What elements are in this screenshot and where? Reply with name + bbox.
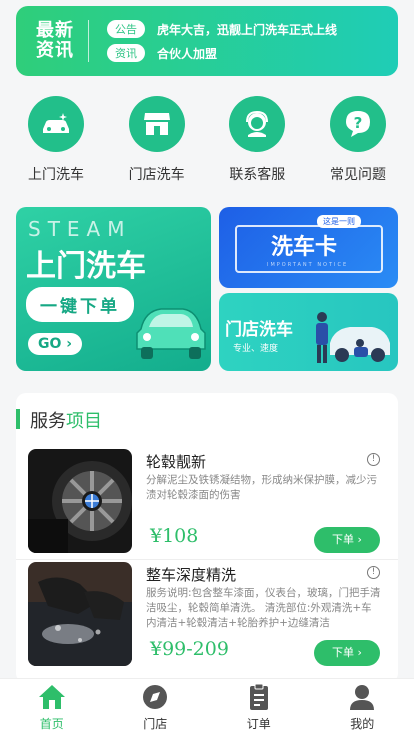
tab-label: 门店 <box>143 717 168 731</box>
menu-label: 联系客服 <box>229 167 286 183</box>
store-icon <box>128 96 185 152</box>
menu-item-home-wash[interactable]: 上门洗车 <box>16 96 96 184</box>
news-item[interactable]: 公告 虎年大吉，迅靓上门洗车正式上线 <box>107 17 398 41</box>
order-button[interactable]: 下单 › <box>314 527 380 553</box>
compass-icon <box>143 685 168 709</box>
store-subtitle: 专业、速度 <box>233 344 279 354</box>
home-page: 最新 资讯 公告 虎年大吉，迅靓上门洗车正式上线 资讯 合伙人加盟 上门洗车 门… <box>0 0 414 733</box>
go-button[interactable]: GO › <box>28 333 83 355</box>
services-section: 服务 项目 轮毂靓新 分解泥尘及铁锈凝结物，形成纳米保护膜，减少污渍对轮毂漆面的… <box>16 393 398 683</box>
car-cleaning-image <box>28 562 132 666</box>
order-button[interactable]: 下单 › <box>314 640 380 666</box>
news-text: 虎年大吉，迅靓上门洗车正式上线 <box>157 22 338 37</box>
news-list: 公告 虎年大吉，迅靓上门洗车正式上线 资讯 合伙人加盟 <box>107 17 398 65</box>
promo-home-wash[interactable]: STEAM 上门洗车 一键下单 GO › <box>16 207 211 371</box>
quick-menu: 上门洗车 门店洗车 联系客服 ? 常见问题 <box>16 96 398 184</box>
service-description: 服务说明:包含整车漆面，仪表台，玻璃，门把手清洁吸尘，轮毂简单清洗。 清洗部位:… <box>146 587 381 629</box>
promo-wash-card[interactable]: 这是一则 洗车卡 IMPORTANT NOTICE <box>219 207 398 288</box>
menu-item-faq[interactable]: ? 常见问题 <box>318 96 398 184</box>
service-item[interactable]: 整车深度精洗 服务说明:包含整车漆面，仪表台，玻璃，门把手清洁吸尘，轮毂简单清洗… <box>16 560 398 673</box>
news-tag: 资讯 <box>107 44 145 62</box>
promo-title: 上门洗车 <box>26 249 146 284</box>
wheel-image <box>28 449 132 553</box>
order-now-button[interactable]: 一键下单 <box>26 287 134 322</box>
service-title: 轮毂靓新 <box>146 453 207 471</box>
service-price: ¥108 <box>150 525 199 547</box>
car-wash-icon <box>28 96 84 152</box>
tab-orders[interactable]: 订单 <box>207 679 311 733</box>
info-icon[interactable]: ! <box>367 566 380 579</box>
service-price: ¥99-209 <box>150 638 229 660</box>
news-text: 合伙人加盟 <box>157 46 218 61</box>
car-illustration <box>136 308 206 359</box>
card-top-label: 这是一则 <box>317 215 361 228</box>
news-title: 最新 资讯 <box>36 20 74 61</box>
service-description: 分解泥尘及铁锈凝结物，形成纳米保护膜，减少污渍对轮毂漆面的伤害 <box>146 474 377 501</box>
news-item[interactable]: 资讯 合伙人加盟 <box>107 41 398 65</box>
tab-mine[interactable]: 我的 <box>311 679 414 733</box>
menu-label: 常见问题 <box>329 167 386 183</box>
promo-store-wash[interactable]: 门店洗车 专业、速度 <box>219 293 398 371</box>
heading-part2: 项目 <box>66 411 102 432</box>
menu-label: 门店洗车 <box>128 167 185 183</box>
menu-item-store-wash[interactable]: 门店洗车 <box>117 96 197 184</box>
store-title: 门店洗车 <box>225 320 293 340</box>
order-icon <box>249 683 268 710</box>
info-icon[interactable]: ! <box>367 453 380 466</box>
tab-label: 我的 <box>350 717 375 731</box>
services-heading: 服务 项目 <box>16 393 398 447</box>
menu-item-customer-service[interactable]: 联系客服 <box>217 96 297 184</box>
news-banner[interactable]: 最新 资讯 公告 虎年大吉，迅靓上门洗车正式上线 资讯 合伙人加盟 <box>16 6 398 76</box>
bottom-tab-bar: 首页 门店 订单 我的 <box>0 678 414 733</box>
card-title: 洗车卡 <box>271 235 338 260</box>
home-icon <box>38 685 65 709</box>
service-title: 整车深度精洗 <box>146 566 237 584</box>
divider <box>88 20 89 62</box>
customer-service-icon <box>229 96 286 152</box>
service-item[interactable]: 轮毂靓新 分解泥尘及铁锈凝结物，形成纳米保护膜，减少污渍对轮毂漆面的伤害 ! ¥… <box>16 447 398 560</box>
svg-text:?: ? <box>354 114 363 132</box>
mechanic-illustration <box>316 312 390 363</box>
tab-label: 首页 <box>39 717 64 731</box>
tab-home[interactable]: 首页 <box>0 679 104 733</box>
card-subtitle: IMPORTANT NOTICE <box>267 262 349 268</box>
question-icon: ? <box>329 96 386 152</box>
heading-part1: 服务 <box>30 411 66 432</box>
menu-label: 上门洗车 <box>28 167 84 183</box>
tab-label: 订单 <box>246 717 271 731</box>
news-tag: 公告 <box>107 20 145 38</box>
user-icon <box>350 685 375 710</box>
promo-steam-text: STEAM <box>28 217 132 241</box>
tab-store[interactable]: 门店 <box>104 679 208 733</box>
heading-accent-bar <box>16 409 20 429</box>
